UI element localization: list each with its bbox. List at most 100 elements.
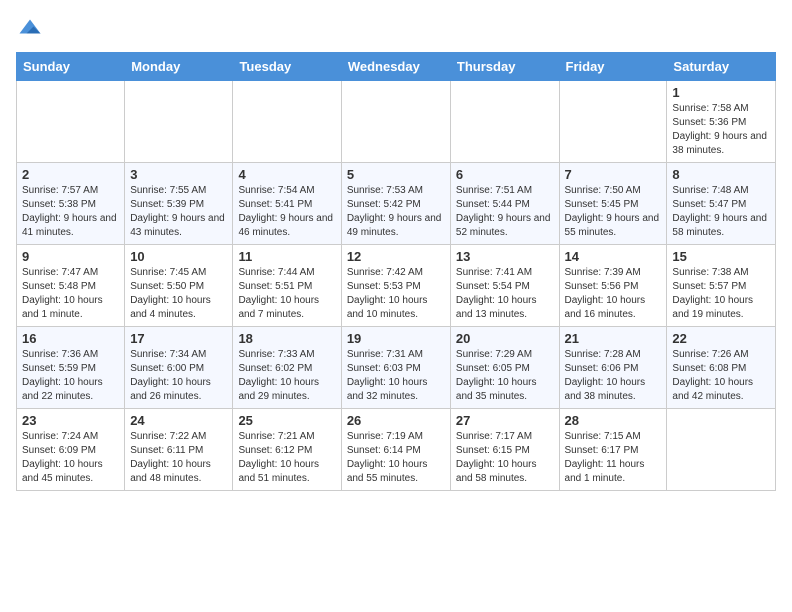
day-info: Sunrise: 7:26 AM Sunset: 6:08 PM Dayligh… bbox=[672, 348, 770, 404]
calendar-cell: 10Sunrise: 7:45 AM Sunset: 5:50 PM Dayli… bbox=[125, 245, 233, 327]
day-number: 4 bbox=[238, 167, 335, 182]
day-info: Sunrise: 7:31 AM Sunset: 6:03 PM Dayligh… bbox=[347, 348, 445, 404]
calendar-cell: 25 Sunrise: 7:21 AM Sunset: 6:12 PM Dayli… bbox=[233, 409, 341, 491]
day-info: Sunrise: 7:36 AM Sunset: 5:59 PM Dayligh… bbox=[22, 348, 119, 404]
calendar-cell bbox=[450, 81, 559, 163]
calendar-week-5: 23 Sunrise: 7:24 AM Sunset: 6:09 PM Dayli… bbox=[17, 409, 776, 491]
calendar-cell: 12 Sunrise: 7:42 AM Sunset: 5:53 PM Dayli… bbox=[341, 245, 450, 327]
day-info: Sunrise: 7:39 AM Sunset: 5:56 PM Dayligh… bbox=[565, 266, 662, 322]
day-info: Sunrise: 7:44 AM Sunset: 5:51 PM Dayligh… bbox=[238, 266, 335, 322]
calendar-header-row: SundayMondayTuesdayWednesdayThursdayFrid… bbox=[17, 53, 776, 81]
calendar-cell: 15 Sunrise: 7:38 AM Sunset: 5:57 PM Dayli… bbox=[667, 245, 776, 327]
calendar-header-thursday: Thursday bbox=[450, 53, 559, 81]
day-info: Sunrise: 7:34 AM Sunset: 6:00 PM Dayligh… bbox=[130, 348, 227, 404]
day-info: Sunrise: 7:58 AM Sunset: 5:36 PM Dayligh… bbox=[672, 102, 770, 158]
calendar-cell: 18 Sunrise: 7:33 AM Sunset: 6:02 PM Dayli… bbox=[233, 327, 341, 409]
calendar-week-4: 16 Sunrise: 7:36 AM Sunset: 5:59 PM Dayli… bbox=[17, 327, 776, 409]
day-info: Sunrise: 7:22 AM Sunset: 6:11 PM Dayligh… bbox=[130, 430, 227, 486]
calendar-cell: 3 Sunrise: 7:55 AM Sunset: 5:39 PM Daylig… bbox=[125, 163, 233, 245]
day-number: 21 bbox=[565, 331, 662, 346]
day-number: 22 bbox=[672, 331, 770, 346]
day-info: Sunrise: 7:38 AM Sunset: 5:57 PM Dayligh… bbox=[672, 266, 770, 322]
calendar-cell: 6 Sunrise: 7:51 AM Sunset: 5:44 PM Daylig… bbox=[450, 163, 559, 245]
calendar-week-3: 9 Sunrise: 7:47 AM Sunset: 5:48 PM Daylig… bbox=[17, 245, 776, 327]
day-number: 27 bbox=[456, 413, 554, 428]
day-number: 15 bbox=[672, 249, 770, 264]
day-number: 3 bbox=[130, 167, 227, 182]
day-number: 28 bbox=[565, 413, 662, 428]
calendar-cell: 19Sunrise: 7:31 AM Sunset: 6:03 PM Dayli… bbox=[341, 327, 450, 409]
day-info: Sunrise: 7:47 AM Sunset: 5:48 PM Dayligh… bbox=[22, 266, 119, 322]
calendar-cell: 20 Sunrise: 7:29 AM Sunset: 6:05 PM Dayli… bbox=[450, 327, 559, 409]
calendar-header-tuesday: Tuesday bbox=[233, 53, 341, 81]
calendar-cell bbox=[17, 81, 125, 163]
day-number: 13 bbox=[456, 249, 554, 264]
calendar-cell: 17 Sunrise: 7:34 AM Sunset: 6:00 PM Dayli… bbox=[125, 327, 233, 409]
day-number: 24 bbox=[130, 413, 227, 428]
day-number: 8 bbox=[672, 167, 770, 182]
day-info: Sunrise: 7:45 AM Sunset: 5:50 PM Dayligh… bbox=[130, 266, 227, 322]
calendar-cell: 9 Sunrise: 7:47 AM Sunset: 5:48 PM Daylig… bbox=[17, 245, 125, 327]
calendar-table: SundayMondayTuesdayWednesdayThursdayFrid… bbox=[16, 52, 776, 491]
day-info: Sunrise: 7:57 AM Sunset: 5:38 PM Dayligh… bbox=[22, 184, 119, 240]
calendar-cell: 22 Sunrise: 7:26 AM Sunset: 6:08 PM Dayli… bbox=[667, 327, 776, 409]
day-info: Sunrise: 7:28 AM Sunset: 6:06 PM Dayligh… bbox=[565, 348, 662, 404]
day-number: 7 bbox=[565, 167, 662, 182]
calendar-cell: 4 Sunrise: 7:54 AM Sunset: 5:41 PM Daylig… bbox=[233, 163, 341, 245]
calendar-cell: 24 Sunrise: 7:22 AM Sunset: 6:11 PM Dayli… bbox=[125, 409, 233, 491]
day-number: 26 bbox=[347, 413, 445, 428]
day-info: Sunrise: 7:51 AM Sunset: 5:44 PM Dayligh… bbox=[456, 184, 554, 240]
calendar-cell: 7Sunrise: 7:50 AM Sunset: 5:45 PM Daylig… bbox=[559, 163, 667, 245]
logo bbox=[16, 16, 48, 44]
day-info: Sunrise: 7:15 AM Sunset: 6:17 PM Dayligh… bbox=[565, 430, 662, 486]
calendar-cell: 13 Sunrise: 7:41 AM Sunset: 5:54 PM Dayli… bbox=[450, 245, 559, 327]
calendar-cell: 23 Sunrise: 7:24 AM Sunset: 6:09 PM Dayli… bbox=[17, 409, 125, 491]
calendar-cell: 11 Sunrise: 7:44 AM Sunset: 5:51 PM Dayli… bbox=[233, 245, 341, 327]
calendar-cell: 14 Sunrise: 7:39 AM Sunset: 5:56 PM Dayli… bbox=[559, 245, 667, 327]
calendar-cell: 16 Sunrise: 7:36 AM Sunset: 5:59 PM Dayli… bbox=[17, 327, 125, 409]
calendar-cell: 26 Sunrise: 7:19 AM Sunset: 6:14 PM Dayli… bbox=[341, 409, 450, 491]
calendar-week-1: 1 Sunrise: 7:58 AM Sunset: 5:36 PM Daylig… bbox=[17, 81, 776, 163]
day-number: 12 bbox=[347, 249, 445, 264]
day-info: Sunrise: 7:48 AM Sunset: 5:47 PM Dayligh… bbox=[672, 184, 770, 240]
calendar-cell bbox=[341, 81, 450, 163]
day-info: Sunrise: 7:53 AM Sunset: 5:42 PM Dayligh… bbox=[347, 184, 445, 240]
day-number: 18 bbox=[238, 331, 335, 346]
day-number: 14 bbox=[565, 249, 662, 264]
day-info: Sunrise: 7:19 AM Sunset: 6:14 PM Dayligh… bbox=[347, 430, 445, 486]
day-number: 25 bbox=[238, 413, 335, 428]
calendar-header-monday: Monday bbox=[125, 53, 233, 81]
day-number: 16 bbox=[22, 331, 119, 346]
day-number: 6 bbox=[456, 167, 554, 182]
day-info: Sunrise: 7:29 AM Sunset: 6:05 PM Dayligh… bbox=[456, 348, 554, 404]
calendar-header-saturday: Saturday bbox=[667, 53, 776, 81]
day-info: Sunrise: 7:55 AM Sunset: 5:39 PM Dayligh… bbox=[130, 184, 227, 240]
day-number: 1 bbox=[672, 85, 770, 100]
day-info: Sunrise: 7:33 AM Sunset: 6:02 PM Dayligh… bbox=[238, 348, 335, 404]
calendar-cell: 1 Sunrise: 7:58 AM Sunset: 5:36 PM Daylig… bbox=[667, 81, 776, 163]
calendar-header-wednesday: Wednesday bbox=[341, 53, 450, 81]
day-info: Sunrise: 7:24 AM Sunset: 6:09 PM Dayligh… bbox=[22, 430, 119, 486]
calendar-header-friday: Friday bbox=[559, 53, 667, 81]
day-number: 23 bbox=[22, 413, 119, 428]
day-info: Sunrise: 7:42 AM Sunset: 5:53 PM Dayligh… bbox=[347, 266, 445, 322]
day-number: 17 bbox=[130, 331, 227, 346]
calendar-cell: 27Sunrise: 7:17 AM Sunset: 6:15 PM Dayli… bbox=[450, 409, 559, 491]
calendar-cell bbox=[125, 81, 233, 163]
day-number: 11 bbox=[238, 249, 335, 264]
calendar-cell: 21 Sunrise: 7:28 AM Sunset: 6:06 PM Dayli… bbox=[559, 327, 667, 409]
day-info: Sunrise: 7:41 AM Sunset: 5:54 PM Dayligh… bbox=[456, 266, 554, 322]
day-number: 20 bbox=[456, 331, 554, 346]
day-number: 9 bbox=[22, 249, 119, 264]
day-info: Sunrise: 7:21 AM Sunset: 6:12 PM Dayligh… bbox=[238, 430, 335, 486]
day-number: 2 bbox=[22, 167, 119, 182]
page-header bbox=[16, 16, 776, 44]
calendar-cell: 2 Sunrise: 7:57 AM Sunset: 5:38 PM Daylig… bbox=[17, 163, 125, 245]
calendar-cell bbox=[233, 81, 341, 163]
calendar-week-2: 2 Sunrise: 7:57 AM Sunset: 5:38 PM Daylig… bbox=[17, 163, 776, 245]
calendar-cell bbox=[559, 81, 667, 163]
calendar-cell: 28 Sunrise: 7:15 AM Sunset: 6:17 PM Dayli… bbox=[559, 409, 667, 491]
calendar-cell: 8 Sunrise: 7:48 AM Sunset: 5:47 PM Daylig… bbox=[667, 163, 776, 245]
calendar-cell bbox=[667, 409, 776, 491]
day-info: Sunrise: 7:54 AM Sunset: 5:41 PM Dayligh… bbox=[238, 184, 335, 240]
